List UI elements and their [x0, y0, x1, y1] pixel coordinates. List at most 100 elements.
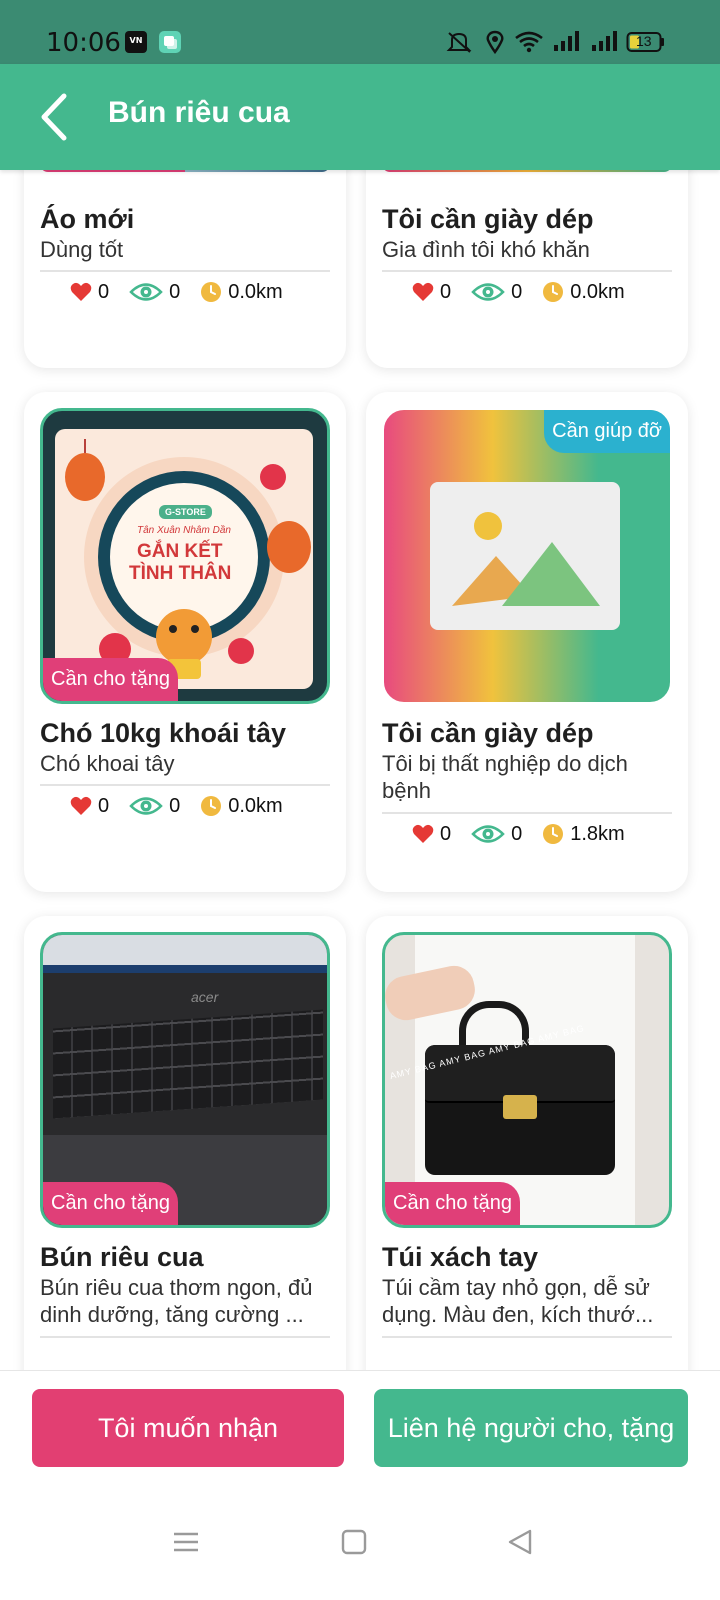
card-stats: 0 0 0.0km — [70, 792, 303, 820]
card-desc: Tôi bị thất nghiệp do dịch bệnh — [382, 751, 628, 803]
location-icon — [484, 30, 506, 59]
status-badge: Cần giúp đỡ — [544, 410, 670, 453]
app-screen: 10:06 VN 13 Bún riêu cua Áo mới Dùng tốt… — [0, 0, 720, 1600]
clock-icon — [201, 796, 222, 816]
eye-icon — [129, 797, 163, 815]
post-card[interactable]: Tôi cần giày dép Gia đình tôi khó khăn 0… — [366, 170, 688, 368]
back-triangle-icon[interactable] — [506, 1528, 534, 1561]
home-square-icon[interactable] — [340, 1528, 368, 1561]
battery-level: 13 — [636, 33, 652, 49]
card-divider — [382, 812, 672, 814]
eye-icon — [471, 283, 505, 301]
likes-stat: 0 — [70, 281, 109, 304]
card-title: Áo mới — [40, 204, 135, 234]
screen-icon — [158, 30, 182, 59]
poster-headline-1: GẮN KẾT — [137, 541, 223, 562]
views-count: 0 — [511, 280, 523, 303]
status-time: 10:06 — [46, 28, 121, 58]
distance-value: 0.0km — [228, 280, 283, 303]
views-stat: 0 — [471, 281, 522, 304]
card-divider — [40, 270, 330, 272]
distance-stat: 0.0km — [200, 280, 283, 304]
distance-value: 1.8km — [570, 822, 625, 845]
svg-text:VN: VN — [130, 36, 143, 45]
contact-giver-button[interactable]: Liên hệ người cho, tặng — [374, 1389, 688, 1467]
card-title: Tôi cần giày dép — [382, 718, 594, 748]
card-stats: 0 0 0.0km — [70, 278, 303, 306]
distance-value: 0.0km — [570, 280, 625, 303]
likes-count: 0 — [98, 280, 110, 303]
app-bar: Bún riêu cua — [0, 64, 720, 170]
views-stat: 0 — [471, 823, 522, 846]
card-title: Túi xách tay — [382, 1242, 539, 1272]
signal-icon — [552, 30, 580, 57]
post-card[interactable]: G-STORE Tân Xuân Nhâm Dần GẮN KẾT TÌNH T… — [24, 392, 346, 892]
likes-stat: 0 — [70, 795, 109, 818]
card-desc: Dùng tốt — [40, 237, 124, 262]
clock-icon — [543, 282, 564, 302]
views-count: 0 — [169, 794, 181, 817]
page-title: Bún riêu cua — [108, 96, 290, 129]
vn-app-icon: VN — [124, 30, 148, 59]
distance-stat: 0.0km — [542, 280, 625, 304]
clock-icon — [201, 282, 222, 302]
card-title: Bún riêu cua — [40, 1242, 204, 1272]
card-divider — [40, 784, 330, 786]
status-badge: Cần cho tặng — [385, 1182, 520, 1225]
distance-stat: 1.8km — [542, 822, 625, 846]
post-card[interactable]: Cần giúp đỡ Tôi cần giày dép Tôi bị thất… — [366, 392, 688, 892]
poster-store-text: G-STORE — [159, 505, 212, 519]
card-title: Tôi cần giày dép — [382, 204, 594, 234]
card-desc: Gia đình tôi khó khăn — [382, 237, 590, 262]
card-divider — [382, 1336, 672, 1338]
card-stats: 0 0 1.8km — [412, 820, 645, 848]
eye-icon — [471, 825, 505, 843]
card-image: G-STORE Tân Xuân Nhâm Dần GẮN KẾT TÌNH T… — [40, 408, 330, 704]
chevron-left-icon[interactable] — [36, 92, 76, 142]
heart-icon — [70, 282, 92, 301]
card-image: Cần giúp đỡ — [382, 408, 672, 704]
card-desc: Chó khoai tây — [40, 751, 175, 776]
heart-icon — [412, 282, 434, 301]
post-grid: Áo mới Dùng tốt 0 0 0.0km Tôi cần giày d… — [0, 170, 720, 1370]
card-image: AMY BAG AMY BAG AMY BAG AMY BAG Cần cho … — [382, 932, 672, 1228]
clock-icon — [543, 824, 564, 844]
image-placeholder-icon — [430, 482, 620, 630]
distance-value: 0.0km — [228, 794, 283, 817]
likes-stat: 0 — [412, 281, 451, 304]
status-badge: Cần cho tặng — [43, 1182, 178, 1225]
card-divider — [40, 1336, 330, 1338]
poster-script-text: Tân Xuân Nhâm Dần — [137, 525, 231, 536]
likes-stat: 0 — [412, 823, 451, 846]
wifi-icon — [514, 30, 544, 59]
likes-count: 0 — [440, 280, 452, 303]
post-card[interactable]: Áo mới Dùng tốt 0 0 0.0km — [24, 170, 346, 368]
views-stat: 0 — [129, 281, 180, 304]
signal-icon-2 — [590, 30, 618, 57]
likes-count: 0 — [440, 822, 452, 845]
likes-count: 0 — [98, 794, 110, 817]
status-badge: Cần cho tặng — [43, 658, 178, 701]
card-title: Chó 10kg khoái tây — [40, 718, 287, 748]
post-card[interactable]: AMY BAG AMY BAG AMY BAG AMY BAG Cần cho … — [366, 916, 688, 1370]
card-image — [382, 170, 672, 172]
card-image — [40, 170, 330, 172]
card-divider — [382, 270, 672, 272]
views-count: 0 — [169, 280, 181, 303]
menu-icon[interactable] — [172, 1528, 200, 1561]
post-card[interactable]: acer Cần cho tặng Bún riêu cua Bún riêu … — [24, 916, 346, 1370]
card-desc: Bún riêu cua thơm ngon, đủ dinh dưỡng, t… — [40, 1275, 313, 1327]
heart-icon — [412, 824, 434, 843]
eye-icon — [129, 283, 163, 301]
laptop-brand: acer — [191, 989, 219, 1005]
card-desc: Túi cầm tay nhỏ gọn, dễ sử dụng. Màu đen… — [382, 1275, 654, 1327]
mute-icon — [446, 30, 474, 59]
status-bar: 10:06 VN 13 — [0, 0, 720, 64]
poster-headline-2: TÌNH THÂN — [129, 563, 232, 584]
card-image: acer Cần cho tặng — [40, 932, 330, 1228]
card-stats: 0 0 0.0km — [412, 278, 645, 306]
views-stat: 0 — [129, 795, 180, 818]
distance-stat: 0.0km — [200, 794, 283, 818]
receive-button[interactable]: Tôi muốn nhận — [32, 1389, 344, 1467]
system-nav-bar — [0, 1498, 720, 1600]
